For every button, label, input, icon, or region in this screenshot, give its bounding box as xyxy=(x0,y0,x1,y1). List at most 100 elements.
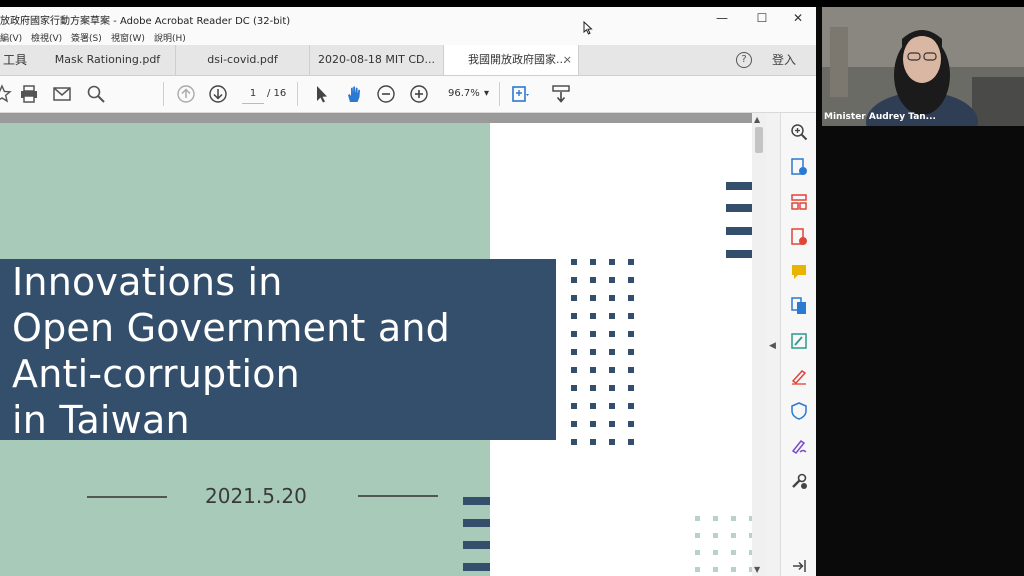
menu-help[interactable]: 說明(H) xyxy=(154,31,186,44)
tab-tools[interactable]: 工具 xyxy=(0,45,30,75)
acrobat-window: 放政府國家行動方案草案 - Adobe Acrobat Reader DC (3… xyxy=(0,7,816,576)
decor-dot xyxy=(731,533,736,538)
decor-dot xyxy=(731,550,736,555)
comment-icon[interactable] xyxy=(790,263,808,281)
menu-window[interactable]: 視窗(W) xyxy=(111,31,145,44)
star-icon[interactable] xyxy=(0,84,12,104)
organize-pages-icon[interactable] xyxy=(790,193,808,211)
tab-mit-cd[interactable]: 2020-08-18 MIT CD... xyxy=(310,45,444,75)
decor-dot xyxy=(590,385,596,391)
tab-mask-rationing[interactable]: Mask Rationing.pdf xyxy=(40,45,176,75)
decor-dot xyxy=(713,533,718,538)
decor-dot xyxy=(628,403,634,409)
decor-dot xyxy=(609,349,615,355)
menu-edit[interactable]: 編(V) xyxy=(0,31,22,44)
scroll-mode-icon[interactable] xyxy=(551,84,571,104)
chevron-left-icon[interactable]: ◀ xyxy=(769,341,776,351)
maximize-button[interactable]: ☐ xyxy=(745,9,779,27)
decor-dot xyxy=(571,349,577,355)
edit-pdf-icon[interactable] xyxy=(790,332,808,350)
close-button[interactable]: ✕ xyxy=(781,9,815,27)
decor-dot xyxy=(609,331,615,337)
title-line: in Taiwan xyxy=(12,398,190,442)
menu-bar: 編(V) 檢視(V) 簽署(S) 視窗(W) 說明(H) xyxy=(0,29,816,45)
zoom-in-icon[interactable] xyxy=(409,84,429,104)
window-title: 放政府國家行動方案草案 - Adobe Acrobat Reader DC (3… xyxy=(0,16,291,27)
decor-dot xyxy=(695,516,700,521)
scroll-down-icon[interactable]: ▼ xyxy=(754,565,760,574)
decor-dot xyxy=(628,313,634,319)
decor-dot xyxy=(571,439,577,445)
scroll-up-icon[interactable]: ▲ xyxy=(754,115,760,124)
decor-dot xyxy=(628,439,634,445)
page-up-icon[interactable] xyxy=(176,84,196,104)
decor-dot xyxy=(571,367,577,373)
toolbar-separator xyxy=(499,82,500,106)
login-button[interactable]: 登入 xyxy=(772,45,796,75)
export-pdf-icon[interactable] xyxy=(790,158,808,176)
decor-dot xyxy=(628,295,634,301)
decor-dot xyxy=(628,385,634,391)
decor-dot xyxy=(590,439,596,445)
scroll-thumb[interactable] xyxy=(755,127,763,153)
tab-close-icon[interactable]: × xyxy=(563,45,572,75)
date-rule-right xyxy=(358,495,438,497)
date-rule-left xyxy=(87,496,167,498)
zoom-value: 96.7% xyxy=(448,88,480,99)
zoom-icon[interactable] xyxy=(86,84,106,104)
more-tools-icon[interactable] xyxy=(790,472,808,490)
fill-sign-icon[interactable] xyxy=(790,367,808,385)
decor-dot xyxy=(609,385,615,391)
page-number-input[interactable]: 1 xyxy=(242,85,264,104)
decor-dot xyxy=(628,277,634,283)
page-down-icon[interactable] xyxy=(208,84,228,104)
decor-dot xyxy=(695,550,700,555)
tab-label: 我國開放政府國家... xyxy=(468,53,567,66)
create-pdf-icon[interactable] xyxy=(790,228,808,246)
decor-dot xyxy=(590,403,596,409)
select-cursor-icon[interactable] xyxy=(312,84,332,104)
decor-dot xyxy=(590,259,596,265)
page-total: / 16 xyxy=(267,88,287,99)
decor-dot xyxy=(590,277,596,283)
panel-collapse-handle[interactable]: ◀ xyxy=(766,113,780,576)
decor-dot xyxy=(695,533,700,538)
decor-dot xyxy=(731,516,736,521)
title-line: Innovations in xyxy=(12,260,283,304)
minimize-button[interactable]: — xyxy=(705,9,739,27)
decor-dot xyxy=(713,550,718,555)
menu-view[interactable]: 檢視(V) xyxy=(31,31,62,44)
decor-dot xyxy=(590,331,596,337)
help-icon[interactable]: ? xyxy=(736,52,752,68)
decor-dot xyxy=(609,367,615,373)
decor-dot xyxy=(713,516,718,521)
decor-dot xyxy=(609,313,615,319)
decor-dot xyxy=(571,331,577,337)
decor-dot xyxy=(731,567,736,572)
print-icon[interactable] xyxy=(19,84,39,104)
fit-page-icon[interactable] xyxy=(510,84,530,104)
tab-open-government[interactable]: 我國開放政府國家... × xyxy=(444,45,579,75)
decor-dot xyxy=(609,421,615,427)
slide-page: Innovations in Open Government and Anti-… xyxy=(0,123,752,576)
tab-label: 2020-08-18 MIT CD... xyxy=(317,53,435,66)
top-strip xyxy=(0,0,1024,7)
protect-icon[interactable] xyxy=(790,402,808,420)
slide-date: 2021.5.20 xyxy=(205,484,307,508)
mail-icon[interactable] xyxy=(52,84,72,104)
search-zoom-icon[interactable] xyxy=(790,123,808,141)
zoom-select[interactable]: 96.7% ▾ xyxy=(440,85,494,103)
combine-files-icon[interactable] xyxy=(790,297,808,315)
hand-icon[interactable] xyxy=(344,84,364,104)
toolbar-separator xyxy=(297,82,298,106)
toolbar: 1 / 16 96.7% ▾ xyxy=(0,76,816,113)
decor-dot xyxy=(609,439,615,445)
chevron-down-icon: ▾ xyxy=(484,88,490,99)
expand-panel-icon[interactable] xyxy=(790,557,808,575)
menu-sign[interactable]: 簽署(S) xyxy=(71,31,102,44)
tab-dsi-covid[interactable]: dsi-covid.pdf xyxy=(176,45,310,75)
vertical-scrollbar[interactable]: ▲ ▼ xyxy=(752,113,766,576)
zoom-out-icon[interactable] xyxy=(376,84,396,104)
sign-icon[interactable] xyxy=(790,437,808,455)
document-view[interactable]: Innovations in Open Government and Anti-… xyxy=(0,113,752,576)
